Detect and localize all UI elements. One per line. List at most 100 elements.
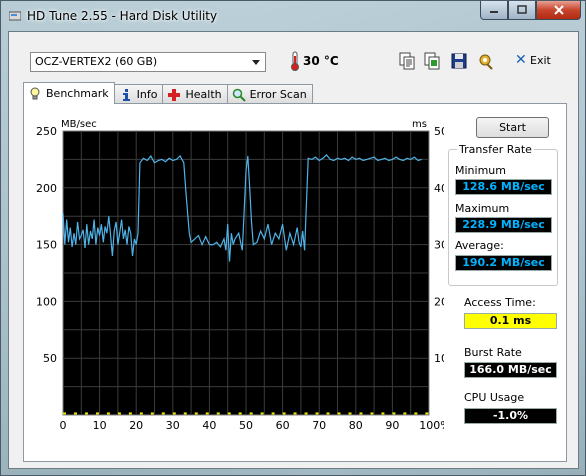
access-time-point [63,412,66,415]
y-tick-label-left: 200 [36,182,57,195]
x-tick-label: 40 [202,419,216,432]
minimize-button[interactable] [480,1,508,20]
tab-label: Benchmark [46,87,109,100]
access-time-point [414,412,418,415]
window-title: HD Tune 2.55 - Hard Disk Utility [27,9,218,23]
start-button[interactable]: Start [476,117,549,138]
access-time-point [326,412,330,415]
average-label: Average: [455,239,504,252]
y-tick-label-left: 100 [36,295,57,308]
app-window: HD Tune 2.55 - Hard Disk Utility OCZ-VER… [0,0,586,476]
access-time-point [183,412,187,415]
tab-benchmark[interactable]: Benchmark [23,82,115,104]
tab-info[interactable]: Info [113,84,164,104]
y-tick-label-right: 40 [434,182,444,195]
health-cross-icon [168,88,181,101]
transfer-rate-group: Transfer Rate Minimum 128.6 MB/sec Maxim… [448,143,558,286]
access-time-point [403,412,407,415]
access-time-point [128,412,132,415]
burst-rate-label: Burst Rate [464,346,522,359]
main-client-area: OCZ-VERTEX2 (60 GB) 30 °C ✕ Exit Benchma… [8,31,579,469]
access-time-point [106,412,110,415]
access-time-point [359,412,363,415]
access-time-point [172,412,176,415]
save-icon[interactable] [450,52,468,70]
access-time-point [73,412,77,415]
start-button-label: Start [499,121,526,134]
exit-icon: ✕ [515,52,527,68]
access-time-label: Access Time: [464,296,536,309]
access-time-point [370,412,374,415]
minimum-value: 128.6 MB/sec [455,179,552,195]
y-axis-label-left: MB/sec [61,119,97,130]
drive-select-value: OCZ-VERTEX2 (60 GB) [35,55,158,68]
access-time-point [139,412,143,415]
chevron-down-icon [252,60,260,65]
access-time-point [282,412,286,415]
drive-select[interactable]: OCZ-VERTEX2 (60 GB) [30,52,266,72]
y-tick-label-right: 50 [434,125,444,138]
access-time-point [249,412,253,415]
info-icon [122,88,130,101]
access-time-value: 0.1 ms [464,313,557,329]
access-time-point [194,412,198,415]
exit-label: Exit [530,54,551,67]
access-time-point [95,412,99,415]
access-time-point [425,412,429,415]
cpu-usage-label: CPU Usage [464,391,525,404]
access-time-point [304,412,308,415]
tab-health[interactable]: Health [162,84,228,104]
y-axis-label-right: ms [412,119,427,130]
maximum-value: 228.9 MB/sec [455,217,552,233]
copy-screenshot-icon[interactable] [423,52,441,70]
access-time-point [238,412,242,415]
y-tick-label-left: 250 [36,125,57,138]
transfer-rate-title: Transfer Rate [457,143,534,156]
transfer-rate-chart: MB/secms25020015010050504030201001020304… [36,119,444,432]
access-time-point [315,412,319,415]
thermometer-icon [291,51,299,71]
access-time-point [271,412,275,415]
title-bar[interactable]: HD Tune 2.55 - Hard Disk Utility [1,1,586,31]
options-icon[interactable] [477,52,495,70]
benchmark-panel: MB/secms25020015010050504030201001020304… [23,103,567,462]
access-time-point [205,412,209,415]
y-tick-label-left: 50 [43,352,57,365]
tab-error-scan[interactable]: Error Scan [226,84,313,104]
toolbar: OCZ-VERTEX2 (60 GB) 30 °C ✕ Exit [9,32,578,78]
access-time-point [260,412,264,415]
x-tick-label: 100% [419,419,444,432]
access-time-point [227,412,231,415]
x-tick-label: 0 [60,419,67,432]
maximum-label: Maximum [455,202,510,215]
lightbulb-icon [30,87,40,99]
close-icon [553,5,564,15]
tab-label: Health [185,88,222,101]
maximize-button[interactable] [508,1,536,20]
cpu-usage-value: -1.0% [464,408,557,424]
x-tick-label: 80 [349,419,363,432]
x-tick-label: 30 [166,419,180,432]
close-button[interactable] [536,1,581,20]
tab-label: Error Scan [249,88,307,101]
y-tick-label-right: 10 [434,352,444,365]
x-tick-label: 10 [93,419,107,432]
access-time-point [150,412,154,415]
copy-info-icon[interactable] [398,52,416,70]
temperature-readout: 30 °C [303,54,339,68]
maximize-icon [517,5,527,14]
tab-label: Info [136,88,158,101]
y-tick-label-right: 30 [434,239,444,252]
access-time-point [348,412,352,415]
average-value: 190.2 MB/sec [455,255,552,271]
access-time-point [84,412,88,415]
tab-strip: Benchmark Info Health Error Scan [23,82,313,104]
y-tick-label-left: 150 [36,239,57,252]
x-tick-label: 60 [276,419,290,432]
access-time-point [161,412,165,415]
exit-button[interactable]: ✕ Exit [515,52,553,70]
y-tick-label-right: 20 [434,295,444,308]
magnifier-icon [232,88,246,102]
x-tick-label: 90 [385,419,399,432]
minimum-label: Minimum [455,164,506,177]
